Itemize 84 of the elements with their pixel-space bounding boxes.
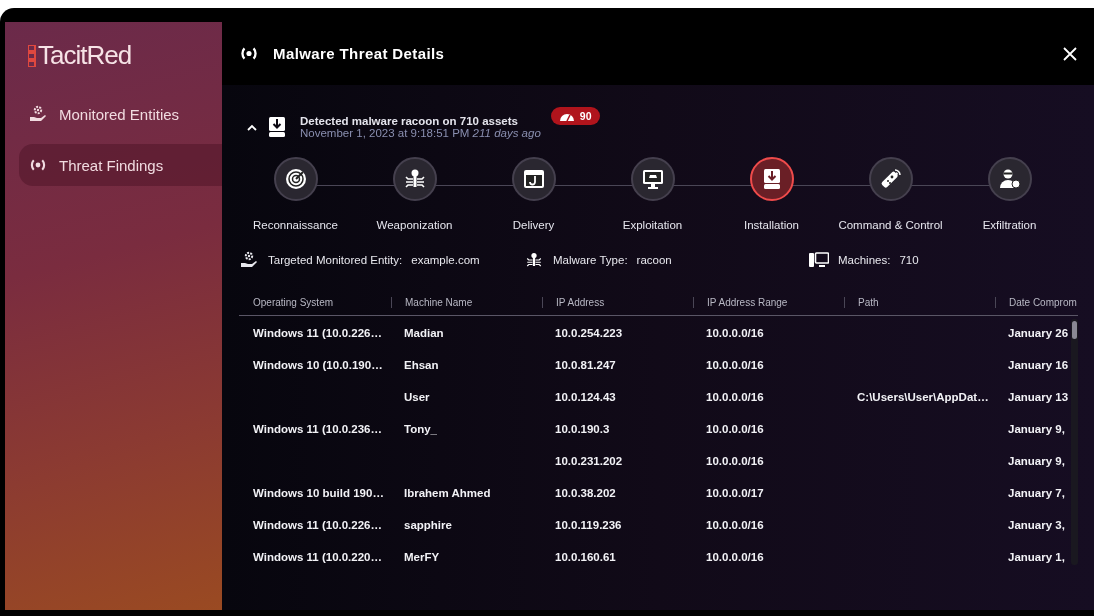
table-cell-text: User: [404, 391, 431, 403]
table-cell-text: Windows 10 build 190…: [253, 487, 385, 499]
nav-item[interactable]: Monitored Entities: [19, 93, 222, 135]
info-label: Targeted Monitored Entity:: [268, 254, 403, 266]
step-label: Delivery: [512, 219, 555, 231]
table-cell-text: 10.0.0.0/17: [706, 487, 765, 499]
table-cell-text: January 9,: [1008, 455, 1066, 467]
table-cell-text: Windows 11 (10.0.226…: [253, 327, 383, 339]
column-header[interactable]: Machine Name: [391, 296, 555, 308]
kill-chain-step[interactable]: [273, 157, 318, 201]
table-cell-text: 10.0.0.0/16: [706, 423, 765, 435]
table-cell-text: Windows 11 (10.0.220…: [253, 551, 383, 563]
info-label: Malware Type:: [553, 254, 628, 266]
info-value: example.com: [411, 254, 480, 266]
radar-icon: [283, 167, 308, 191]
gear-hand-icon: [29, 105, 47, 123]
table-cell-text: C:\Users\User\AppDat…: [857, 391, 990, 403]
table-cell-text: 10.0.119.236: [555, 519, 623, 531]
table-cell-text: 10.0.254.223: [555, 327, 624, 339]
table-cell-text: January 9,: [1008, 423, 1066, 435]
column-header[interactable]: Date Comprom: [995, 296, 1078, 308]
kill-chain-step[interactable]: [511, 157, 556, 201]
step-label: Weaponization: [376, 219, 453, 231]
nav-item[interactable]: Threat Findings: [19, 144, 222, 186]
table-cell-text: MerFY: [404, 551, 441, 563]
monitor-icon: [640, 167, 665, 191]
table-cell-text: Windows 11 (10.0.226…: [253, 519, 383, 531]
step-label: Reconnaissance: [253, 219, 338, 231]
collapse-icon[interactable]: [247, 123, 257, 131]
kill-chain-step[interactable]: [987, 157, 1032, 201]
app-logo: TacitRed: [38, 40, 132, 71]
broadcast-icon: [239, 46, 259, 61]
step-label: Exploitation: [622, 219, 683, 231]
table-cell-text: Tony_: [404, 423, 438, 435]
step-label: Exfiltration: [982, 219, 1037, 231]
kill-chain-step[interactable]: [749, 157, 794, 201]
table-cell-text: 10.0.231.202: [555, 455, 624, 467]
table-cell-text: January 3,: [1008, 519, 1066, 531]
table-cell-text: 10.0.38.202: [555, 487, 617, 499]
bug-icon: [524, 251, 544, 269]
table-cell-text: Windows 11 (10.0.236…: [253, 423, 383, 435]
kill-chain-step[interactable]: [392, 157, 437, 201]
table-cell-text: 10.0.0.0/16: [706, 327, 765, 339]
table-cell-text: 10.0.124.43: [555, 391, 617, 403]
close-icon[interactable]: [1063, 46, 1077, 61]
table-cell-text: 10.0.0.0/16: [706, 551, 765, 563]
gear-hand-icon: [239, 251, 259, 269]
logo-icon: [28, 44, 36, 67]
column-header[interactable]: Path: [844, 296, 1008, 308]
table-cell-text: 10.0.81.247: [555, 359, 617, 371]
computer-icon: [809, 251, 829, 269]
table-cell-text: January 13: [1008, 391, 1070, 403]
kill-chain-step[interactable]: [868, 157, 913, 201]
alert-timestamp: November 1, 2023 at 9:18:51 PM 211 days ago: [300, 127, 541, 139]
table-cell-text: Windows 10 (10.0.190…: [253, 359, 384, 371]
table-cell-text: 10.0.0.0/16: [706, 391, 765, 403]
info-label: Machines:: [838, 254, 891, 266]
column-header[interactable]: IP Address: [542, 296, 706, 308]
step-label: Installation: [744, 219, 799, 231]
table-cell-text: 10.0.0.0/16: [706, 455, 765, 467]
kill-chain-step[interactable]: [630, 157, 675, 201]
table-cell-text: January 16: [1008, 359, 1070, 371]
alert-title: Detected malware racoon on 710 assets: [300, 115, 519, 127]
thief-icon: [997, 167, 1022, 191]
table-cell-text: 10.0.190.3: [555, 423, 611, 435]
step-label: Command & Control: [838, 219, 943, 231]
info-value: 710: [899, 254, 919, 266]
table-cell-text: sapphire: [404, 519, 453, 531]
table-cell-text: 10.0.0.0/16: [706, 519, 765, 531]
table-cell-text: Ibrahem Ahmed: [404, 487, 492, 499]
scrollbar[interactable]: [1071, 319, 1078, 565]
table-cell-text: Ehsan: [404, 359, 440, 371]
risk-score-badge: 90: [550, 107, 600, 125]
info-value: racoon: [636, 254, 672, 266]
browser-hook-icon: [521, 167, 546, 191]
broadcast-icon: [29, 158, 47, 172]
column-header[interactable]: IP Address Range: [693, 296, 857, 308]
table-cell-text: January 26: [1008, 327, 1070, 339]
table-cell-text: January 1,: [1008, 551, 1066, 563]
table-cell-text: January 7,: [1008, 487, 1066, 499]
table-cell-text: 10.0.0.0/16: [706, 359, 765, 371]
panel-title: Malware Threat Details: [273, 45, 446, 62]
table-cell-text: 10.0.160.61: [555, 551, 617, 563]
table-cell-text: Madian: [404, 327, 445, 339]
